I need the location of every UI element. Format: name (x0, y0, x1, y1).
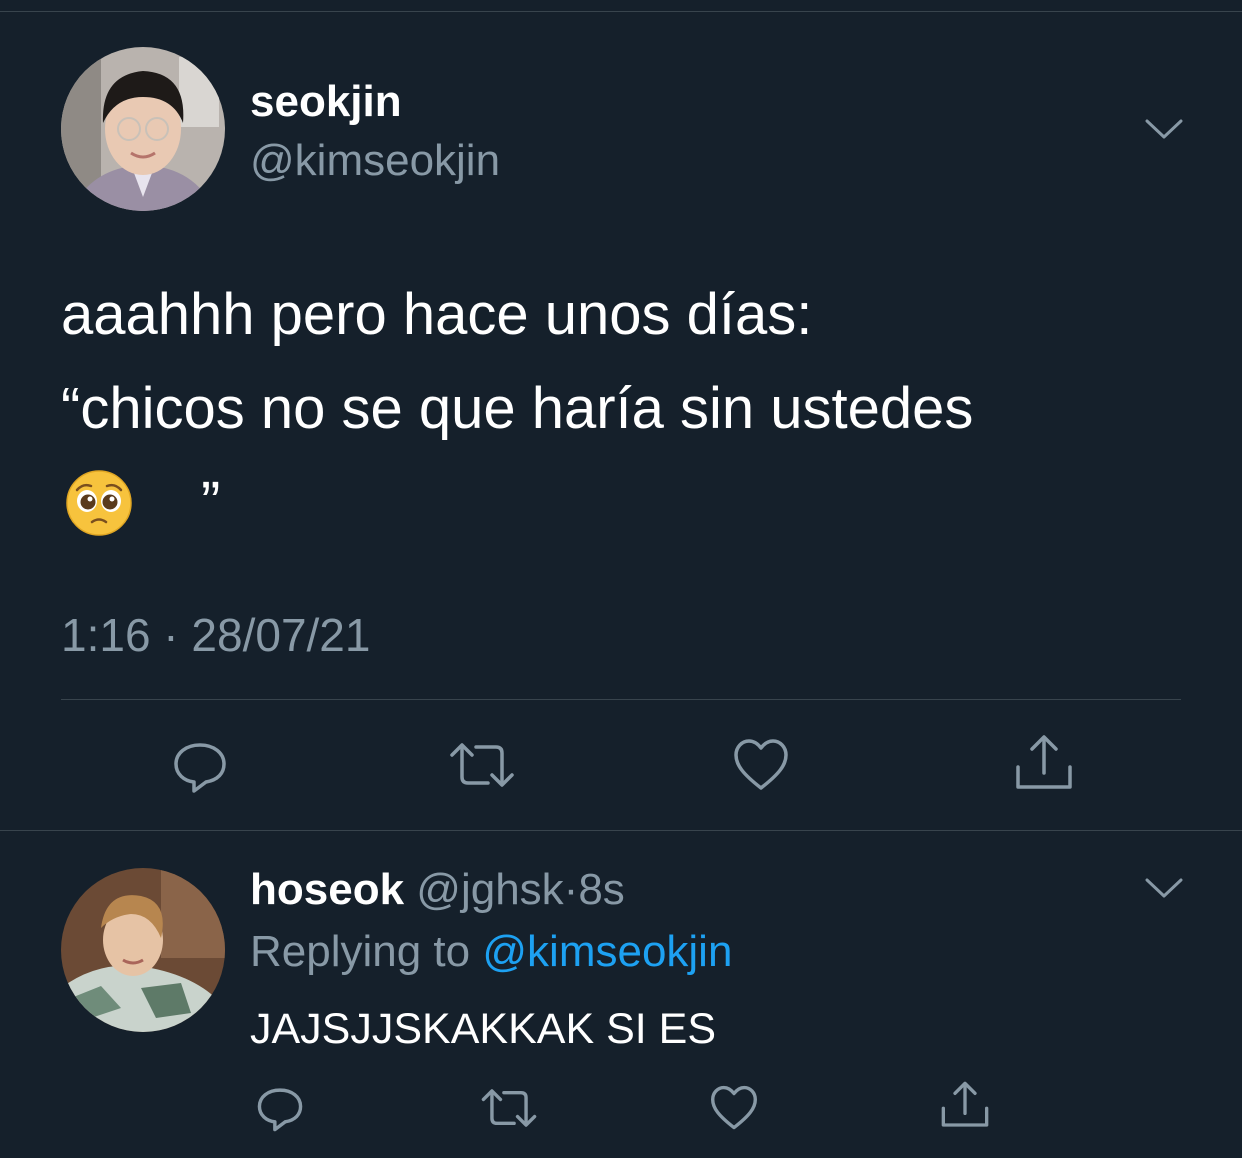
replying-to: Replying to @kimseokjin (250, 926, 732, 978)
divider (0, 830, 1242, 831)
user-handle[interactable]: @kimseokjin (250, 135, 500, 187)
reply-icon[interactable] (256, 1085, 304, 1133)
like-icon[interactable] (710, 1085, 758, 1131)
top-divider (0, 11, 1242, 12)
reply-icon[interactable] (172, 739, 228, 795)
retweet-icon[interactable] (448, 741, 516, 789)
chevron-down-icon[interactable] (1144, 117, 1184, 141)
share-icon[interactable] (940, 1080, 990, 1130)
chevron-down-icon[interactable] (1144, 876, 1184, 900)
pleading-face-emoji (66, 470, 132, 536)
avatar[interactable] (61, 868, 225, 1032)
tweet-text: aaahhh pero hace unos días: “chicos no s… (61, 268, 1191, 550)
tweet-text-line: ” (61, 456, 1191, 550)
user-handle[interactable]: @jghsk (416, 865, 563, 914)
tweet-text: JAJSJJSKAKKAK SI ES (250, 1005, 717, 1053)
display-name[interactable]: seokjin (250, 76, 402, 128)
replying-to-handle-link[interactable]: @kimseokjin (482, 927, 732, 976)
reply-header: hoseok @jghsk·8s (250, 864, 625, 916)
retweet-icon[interactable] (480, 1087, 538, 1129)
separator: · (563, 865, 579, 914)
share-icon[interactable] (1014, 733, 1074, 793)
replying-to-label: Replying to (250, 927, 471, 976)
display-name[interactable]: hoseok (250, 865, 404, 914)
tweet-text-line: aaahhh pero hace unos días: (61, 282, 813, 347)
tweet-text-quote: ” (201, 470, 221, 535)
timestamp[interactable]: 1:16 · 28/07/21 (61, 608, 370, 662)
divider (61, 699, 1181, 700)
tweet-text-line: “chicos no se que haría sin ustedes (61, 376, 974, 441)
avatar[interactable] (61, 47, 225, 211)
like-icon[interactable] (733, 738, 789, 792)
relative-time[interactable]: 8s (578, 865, 624, 914)
